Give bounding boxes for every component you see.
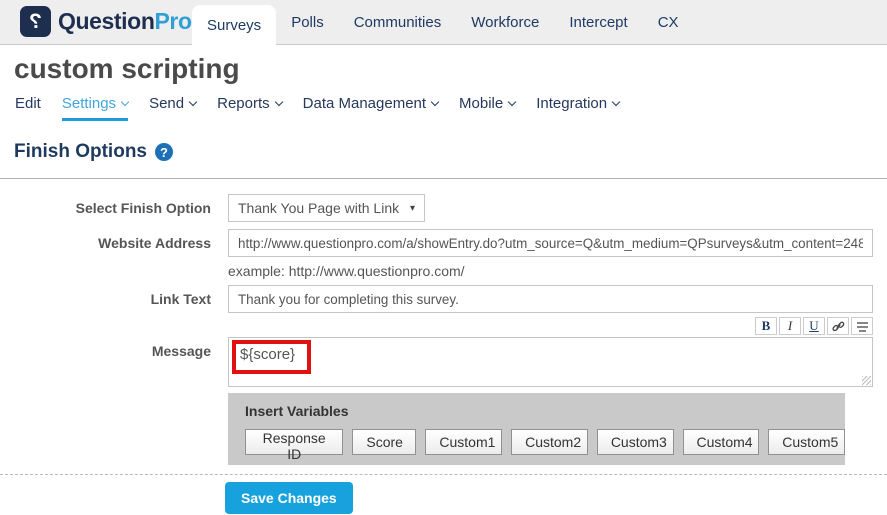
questionpro-logo[interactable]: ? QuestionPro bbox=[20, 6, 192, 37]
section-divider bbox=[0, 178, 887, 179]
nav-tab-label: Surveys bbox=[207, 17, 261, 34]
nav-tab[interactable]: Intercept bbox=[554, 1, 642, 45]
insert-variables-panel: Insert Variables Response ID Score Custom1… bbox=[228, 393, 845, 465]
save-changes-button[interactable]: Save Changes bbox=[225, 482, 353, 514]
insert-variable-button[interactable]: Score bbox=[352, 429, 416, 455]
subnav-item[interactable]: Reports bbox=[217, 95, 282, 118]
insert-variable-button[interactable]: Custom2 bbox=[511, 429, 588, 455]
select-dropdown-arrow-icon: ▾ bbox=[410, 203, 415, 214]
nav-tab[interactable]: CX bbox=[643, 1, 694, 45]
subnav-item[interactable]: Mobile bbox=[459, 95, 515, 118]
nav-tab-label: Communities bbox=[354, 14, 442, 31]
insert-variable-button[interactable]: Custom3 bbox=[597, 429, 674, 455]
subnav-item-label: Data Management bbox=[303, 95, 426, 112]
link-text-input[interactable] bbox=[228, 285, 873, 313]
insert-variable-button[interactable]: Custom1 bbox=[425, 429, 502, 455]
logo-wordmark: QuestionPro bbox=[58, 8, 192, 35]
resize-grip[interactable] bbox=[862, 376, 871, 385]
website-address-hint: example: http://www.questionpro.com/ bbox=[228, 263, 873, 279]
chevron-down-icon bbox=[612, 97, 620, 105]
nav-tab-label: CX bbox=[658, 14, 679, 31]
italic-button[interactable]: I bbox=[779, 317, 801, 335]
logo-word-pro: Pro bbox=[154, 8, 191, 34]
insert-variable-button[interactable]: Custom4 bbox=[683, 429, 760, 455]
subnav-item-label: Integration bbox=[536, 95, 607, 112]
message-row: Message B I U ${score} bbox=[0, 317, 887, 387]
chevron-down-icon bbox=[121, 97, 129, 105]
link-button[interactable] bbox=[827, 317, 849, 335]
subnav-item-label: Send bbox=[149, 95, 184, 112]
subnav-item-label: Reports bbox=[217, 95, 270, 112]
nav-tab-label: Intercept bbox=[569, 14, 627, 31]
insert-variable-button[interactable]: Custom5 bbox=[768, 429, 845, 455]
finish-option-select[interactable]: Thank You Page with Link ▾ bbox=[228, 194, 425, 222]
logo-word-question: Question bbox=[58, 8, 154, 34]
message-label: Message bbox=[0, 317, 211, 359]
nav-tab[interactable]: Polls bbox=[276, 1, 339, 45]
nav-tab[interactable]: Surveys bbox=[192, 5, 276, 46]
insert-variables-title: Insert Variables bbox=[245, 403, 845, 419]
chevron-down-icon bbox=[274, 97, 282, 105]
bold-button[interactable]: B bbox=[755, 317, 777, 335]
chevron-down-icon bbox=[431, 97, 439, 105]
link-text-row: Link Text bbox=[0, 285, 887, 313]
nav-tab-label: Polls bbox=[291, 14, 324, 31]
finish-option-selected-value: Thank You Page with Link bbox=[238, 200, 399, 216]
chevron-down-icon bbox=[189, 97, 197, 105]
message-value: ${score} bbox=[240, 346, 295, 363]
subnav-item-label: Edit bbox=[15, 95, 41, 112]
subnav-item[interactable]: Integration bbox=[536, 95, 619, 118]
link-text-label: Link Text bbox=[0, 285, 211, 307]
finish-option-row: Select Finish Option Thank You Page with… bbox=[0, 194, 887, 222]
section-heading: Finish Options ? bbox=[14, 141, 887, 163]
finish-option-label: Select Finish Option bbox=[0, 194, 211, 216]
insert-variable-button[interactable]: Response ID bbox=[245, 429, 343, 455]
top-bar: ? QuestionPro Surveys Polls Communities … bbox=[0, 0, 887, 45]
nav-tab-label: Workforce bbox=[471, 14, 539, 31]
align-icon bbox=[856, 320, 869, 333]
help-icon[interactable]: ? bbox=[155, 143, 173, 161]
page-title: custom scripting bbox=[14, 53, 887, 85]
website-address-input[interactable] bbox=[228, 229, 873, 257]
subnav-item[interactable]: Settings bbox=[62, 95, 128, 121]
website-address-row: Website Address example: http://www.ques… bbox=[0, 229, 887, 279]
underline-button[interactable]: U bbox=[803, 317, 825, 335]
survey-subnav: Edit Settings Send Reports Data Manageme… bbox=[15, 95, 887, 121]
message-textarea[interactable]: ${score} bbox=[228, 337, 873, 387]
nav-tab[interactable]: Workforce bbox=[456, 1, 554, 45]
chevron-down-icon bbox=[508, 97, 516, 105]
variable-buttons: Response ID Score Custom1 Custom2 Custom3 Cus… bbox=[245, 429, 845, 455]
subnav-item[interactable]: Send bbox=[149, 95, 196, 118]
align-button[interactable] bbox=[851, 317, 873, 335]
subnav-item[interactable]: Edit bbox=[15, 95, 41, 118]
section-title: Finish Options bbox=[14, 141, 147, 163]
subnav-item-label: Mobile bbox=[459, 95, 503, 112]
finish-options-form: Select Finish Option Thank You Page with… bbox=[0, 194, 887, 465]
link-icon bbox=[832, 320, 845, 333]
questionpro-logo-icon: ? bbox=[20, 6, 51, 37]
subnav-item-label: Settings bbox=[62, 95, 116, 112]
website-address-label: Website Address bbox=[0, 229, 211, 251]
nav-tab[interactable]: Communities bbox=[339, 1, 457, 45]
product-tabs: Surveys Polls Communities Workforce Inte… bbox=[192, 0, 694, 45]
dashed-divider bbox=[0, 474, 887, 475]
subnav-item[interactable]: Data Management bbox=[303, 95, 438, 118]
message-format-toolbar: B I U bbox=[228, 317, 873, 335]
